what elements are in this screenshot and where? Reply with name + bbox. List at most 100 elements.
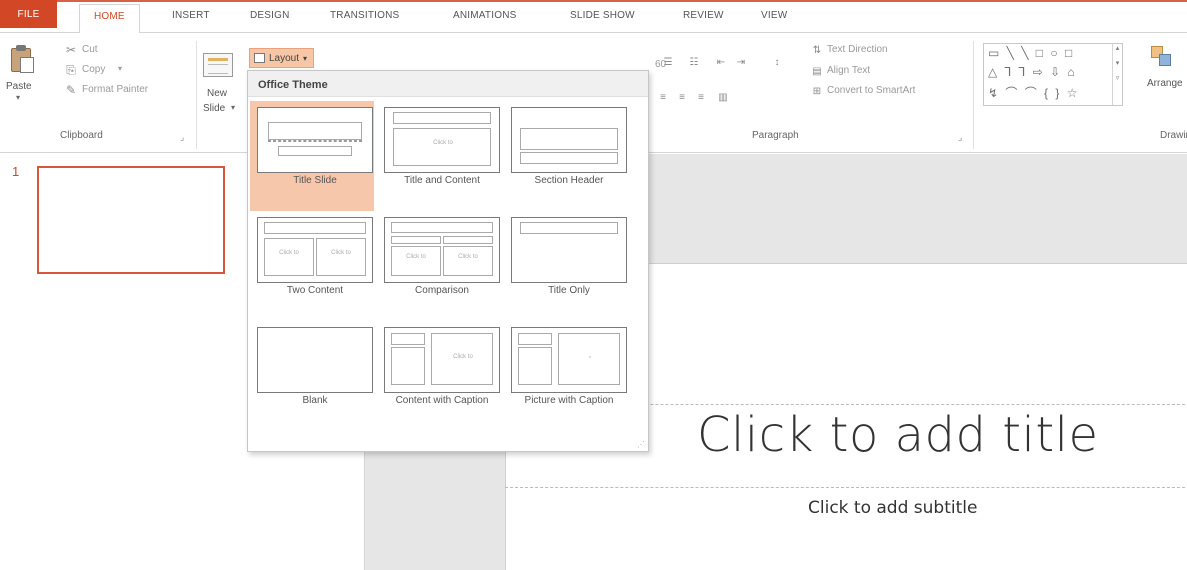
ribbon-tab-bar: FILE HOME INSERT DESIGN TRANSITIONS ANIM… [0,0,1187,34]
text-direction-icon: ⇅ [812,44,822,56]
tab-home[interactable]: HOME [79,4,140,34]
new-slide-label: New [207,88,228,99]
slide-thumbnail-pane: 1 [0,154,248,570]
line-spacing-icon[interactable]: ↕ [769,55,785,69]
numbering-icon[interactable]: ☷ [686,55,702,69]
tab-design[interactable]: DESIGN [250,10,290,21]
paste-label: Paste [6,81,32,92]
layout-label: Comparison [415,285,469,296]
new-slide-label-2: Slide [203,103,226,114]
paste-dropdown-icon[interactable]: ▾ [16,93,20,102]
layout-icon [254,53,265,63]
group-separator [196,41,197,149]
slide-number: 1 [12,164,20,179]
layout-label: Title and Content [404,175,480,186]
layout-preview [511,217,627,283]
shapes-row-3: ↯ ⌒ ⌒ { } ☆ [988,86,1080,100]
picture-placeholder-icon: ▫ [588,354,592,361]
arrange-icon [1151,46,1173,68]
text-direction-button[interactable]: Text Direction [827,44,888,55]
layout-preview [257,327,373,393]
layout-label: Layout [269,52,300,64]
title-placeholder-text[interactable]: Click to add title [697,407,1099,463]
columns-icon[interactable]: ▥ [715,90,731,104]
resize-grip-icon[interactable]: ⋰ [637,440,645,449]
bullets-icon[interactable]: ☰ [660,55,676,69]
tab-accent-line [57,0,1187,2]
layout-label: Section Header [534,175,604,186]
shapes-row-2: △ ⅂ ⅂ ⇨ ⇩ ⌂ [988,65,1077,79]
new-slide-icon [203,53,233,77]
tab-animations[interactable]: ANIMATIONS [453,10,516,21]
layout-preview: Click to Click to [257,217,373,283]
format-painter-icon: ✎ [65,83,77,97]
tab-transitions[interactable]: TRANSITIONS [330,10,399,21]
gallery-header-label: Office Theme [258,79,328,91]
layout-title-slide[interactable]: Title Slide [250,101,374,211]
layout-gallery-dropdown: Office Theme Title Slide Click to Title … [247,70,649,452]
smartart-icon: ⊞ [812,85,822,97]
layout-blank[interactable]: Blank [250,321,374,431]
convert-smartart-button[interactable]: Convert to SmartArt [827,85,915,96]
new-slide-dropdown-icon: ▾ [231,103,236,112]
clipboard-group-label: Clipboard [60,130,103,141]
increase-indent-icon[interactable]: ⇥ [733,55,749,69]
group-separator [973,41,974,149]
layout-title-and-content[interactable]: Click to Title and Content [377,101,501,211]
layout-label: Title Only [548,285,590,296]
tab-file[interactable]: FILE [0,0,57,28]
paragraph-launcher-icon[interactable]: ⌟ [958,132,962,143]
layout-label: Picture with Caption [524,395,614,406]
layout-label: Title Slide [293,175,337,186]
shapes-gallery[interactable]: ▭ ╲ ╲ □ ○ □ △ ⅂ ⅂ ⇨ ⇩ ⌂ ↯ ⌒ ⌒ { } ☆ ▴ ▾ ▿ [983,43,1123,106]
arrange-button[interactable]: Arrange [1147,78,1183,89]
layout-preview: ▫ [511,327,627,393]
layout-dropdown-icon: ▾ [303,53,308,63]
slide-thumbnail[interactable] [37,166,225,274]
gallery-header: Office Theme [248,71,648,97]
drawing-group-label: Drawin [1160,130,1187,141]
justify-icon[interactable]: ≡ [693,90,709,104]
layout-two-content[interactable]: Click to Click to Two Content [250,211,374,321]
layout-label: Blank [302,395,328,406]
tab-review[interactable]: REVIEW [683,10,724,21]
placeholder-hint: Click to [433,140,453,146]
tab-view[interactable]: VIEW [761,10,787,21]
layout-preview [511,107,627,173]
copy-icon: ⎘ [66,62,76,77]
placeholder-hint: Click to [458,254,478,260]
placeholder-hint: Click to [279,250,299,256]
placeholder-hint: Click to [406,254,426,260]
layout-content-with-caption[interactable]: Click to Content with Caption [377,321,501,431]
align-center-icon[interactable]: ≡ [655,90,671,104]
copy-button[interactable]: Copy [82,64,105,75]
layout-button[interactable]: Layout ▾ [249,48,315,68]
subtitle-placeholder-text[interactable]: Click to add subtitle [808,498,977,518]
layout-comparison[interactable]: Click to Click to Comparison [377,211,501,321]
layout-section-header[interactable]: Section Header [504,101,628,211]
tab-insert[interactable]: INSERT [172,10,210,21]
format-painter-button[interactable]: Format Painter [82,84,148,95]
layout-title-only[interactable]: Title Only [504,211,628,321]
copy-dropdown-icon[interactable]: ▾ [118,64,122,73]
layout-label: Two Content [286,285,344,296]
tab-slide-show[interactable]: SLIDE SHOW [570,10,635,21]
align-text-button[interactable]: Align Text [827,65,870,76]
layout-preview: Click to Click to [384,217,500,283]
align-text-icon: ▤ [812,65,822,77]
layout-label: Content with Caption [395,395,489,406]
placeholder-hint: Click to [331,250,351,256]
shapes-scrollbar[interactable]: ▴ ▾ ▿ [1112,44,1122,105]
placeholder-hint: Click to [453,354,473,360]
paste-icon [9,44,35,74]
align-right-icon[interactable]: ≡ [674,90,690,104]
layout-picture-with-caption[interactable]: ▫ Picture with Caption [504,321,628,431]
decrease-indent-icon[interactable]: ⇤ [713,55,729,69]
layout-preview [257,107,373,173]
paragraph-group-label: Paragraph [752,130,799,141]
layout-preview: Click to [384,327,500,393]
clipboard-launcher-icon[interactable]: ⌟ [180,132,184,143]
scissors-icon: ✂ [65,43,77,57]
shapes-row-1: ▭ ╲ ╲ □ ○ □ [988,46,1075,60]
cut-button[interactable]: Cut [82,44,98,55]
